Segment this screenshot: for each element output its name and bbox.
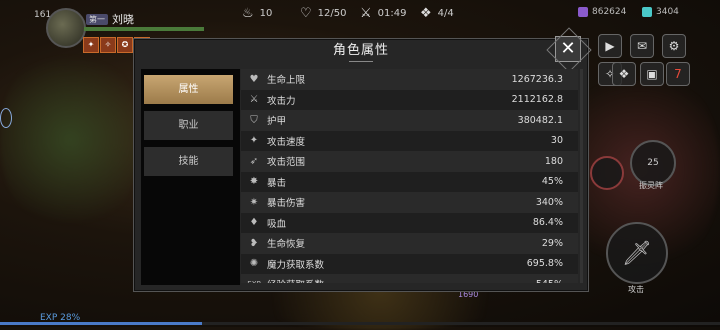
shield-icon: ⛉ [250, 114, 258, 126]
scrollbar[interactable] [580, 69, 583, 283]
ultimate-button[interactable] [590, 156, 624, 190]
teal-gem-icon [642, 7, 652, 17]
attribute-value: 695.8% [526, 258, 563, 270]
skill-count: 25 [647, 158, 659, 168]
character-attributes-dialog: 角色属性 ✕ 属性 职业 技能 ♥ 生命上限 1267236.3 ⚔ 攻击力 211216… [133, 36, 589, 292]
mana-icon: ✺ [249, 258, 259, 270]
flame-icon: ♨ [242, 6, 254, 21]
range-icon: ➶ [249, 155, 259, 167]
menu-button-4[interactable]: 7 [666, 62, 690, 86]
play-button[interactable]: ▶ [598, 34, 622, 58]
joystick-edge[interactable] [0, 108, 12, 128]
crit-icon: ✸ [249, 176, 259, 188]
attribute-value: 2112162.8 [511, 94, 563, 106]
attribute-row: ⛉ 护甲 380482.1 [241, 110, 578, 131]
timer: 01:49 [377, 8, 407, 19]
dialog-title: 角色属性 [332, 43, 389, 58]
buff-icon: ✦ [83, 37, 99, 53]
exp-bar [0, 322, 720, 325]
heart-icon: ♥ [249, 73, 259, 85]
speed-icon: ✦ [249, 135, 259, 147]
attribute-value: 86.4% [532, 217, 563, 229]
attack-label: 攻击 [628, 285, 644, 294]
player-name-row: 第一 刘晓 [86, 11, 134, 27]
attribute-row: ✦ 攻击速度 30 [241, 130, 578, 151]
hp-stat: ♡ 12/50 [300, 6, 346, 21]
close-button[interactable]: ✕ [555, 36, 581, 62]
lifesteal-icon: ♦ [249, 217, 259, 229]
teal-currency-value: 3404 [656, 7, 679, 17]
menu-button-2[interactable]: ❖ [612, 62, 636, 86]
title-ornament [349, 61, 373, 65]
attribute-value: 180 [544, 155, 563, 167]
tab-skills[interactable]: 技能 [144, 147, 233, 176]
sword-icon: ⚔ [249, 94, 259, 106]
attribute-row: ✺ 魔力获取系数 695.8% [241, 253, 578, 274]
chat-button[interactable]: ✉ [630, 34, 654, 58]
crit-damage-icon: ✷ [249, 196, 259, 208]
kills-stat: ❖ 4/4 [420, 6, 454, 21]
attribute-value: 545% [473, 279, 578, 283]
settings-button[interactable]: ⚙ [662, 34, 686, 58]
hearts-stat: ♨ 10 [242, 6, 272, 21]
attribute-value: 29% [541, 237, 563, 249]
attribute-label: 攻击速度 [267, 136, 306, 148]
regen-icon: ❥ [249, 237, 259, 249]
menu-button-3[interactable]: ▣ [640, 62, 664, 86]
attribute-label: 攻击范围 [267, 157, 306, 169]
attribute-label: 吸血 [267, 218, 287, 230]
attribute-label: 生命恢复 [267, 239, 306, 251]
tab-attributes[interactable]: 属性 [144, 75, 233, 104]
skill-label: 振灵阵 [639, 181, 663, 190]
purple-currency: 862624 [578, 7, 626, 17]
attribute-value: 380482.1 [517, 114, 563, 126]
close-icon: ✕ [560, 38, 576, 59]
attribute-value: 45% [541, 176, 563, 188]
name-badge: 第一 [86, 13, 108, 25]
attribute-label: 魔力获取系数 [267, 259, 325, 271]
kills-count: 4/4 [437, 8, 454, 19]
attribute-label: 经验获取系数 [267, 277, 473, 283]
attribute-row: ✸ 暴击 45% [241, 171, 578, 192]
player-hp-bar [84, 27, 204, 31]
purple-currency-value: 862624 [592, 7, 627, 17]
attribute-value: 30 [550, 135, 563, 147]
attribute-row: ➶ 攻击范围 180 [241, 151, 578, 172]
player-name: 刘晓 [112, 13, 134, 26]
purple-gem-icon [578, 7, 588, 17]
attack-button[interactable]: 🗡 [606, 222, 668, 284]
time-stat: ⚔ 01:49 [360, 6, 406, 21]
attribute-label: 暴击 [267, 177, 287, 189]
hearts-count: 10 [259, 8, 273, 19]
sword-icon: 🗡 [621, 239, 653, 267]
attribute-label: 生命上限 [267, 75, 306, 87]
tab-list: 属性 职业 技能 [141, 69, 240, 285]
attribute-row: EXP经验获取系数545% [241, 274, 578, 283]
attribute-row: ⚔ 攻击力 2112162.8 [241, 89, 578, 110]
player-avatar[interactable] [46, 8, 86, 48]
attribute-value: 1267236.3 [511, 73, 563, 85]
attribute-row: ♦ 吸血 86.4% [241, 212, 578, 233]
attribute-row: ♥ 生命上限 1267236.3 [241, 69, 578, 90]
hp-count: 12/50 [317, 8, 347, 19]
teal-currency: 3404 [642, 7, 679, 17]
crossed-swords-icon: ⚔ [360, 6, 372, 21]
crest-icon: ❖ [420, 6, 432, 21]
attributes-table[interactable]: ♥ 生命上限 1267236.3 ⚔ 攻击力 2112162.8 ⛉ 护甲 380482.1 ✦ 攻… [241, 69, 578, 283]
buff-icon: ✪ [117, 37, 133, 53]
attribute-label: 攻击力 [267, 95, 296, 107]
exp-icon: EXP [241, 280, 267, 283]
heart-outline-icon: ♡ [300, 6, 312, 21]
buff-icon: ✧ [100, 37, 116, 53]
attribute-label: 暴击伤害 [267, 198, 306, 210]
tab-class[interactable]: 职业 [144, 111, 233, 140]
attribute-row: ✷ 暴击伤害 340% [241, 192, 578, 213]
attribute-row: ❥ 生命恢复 29% [241, 233, 578, 254]
attribute-label: 护甲 [267, 116, 287, 128]
attribute-value: 340% [535, 196, 563, 208]
